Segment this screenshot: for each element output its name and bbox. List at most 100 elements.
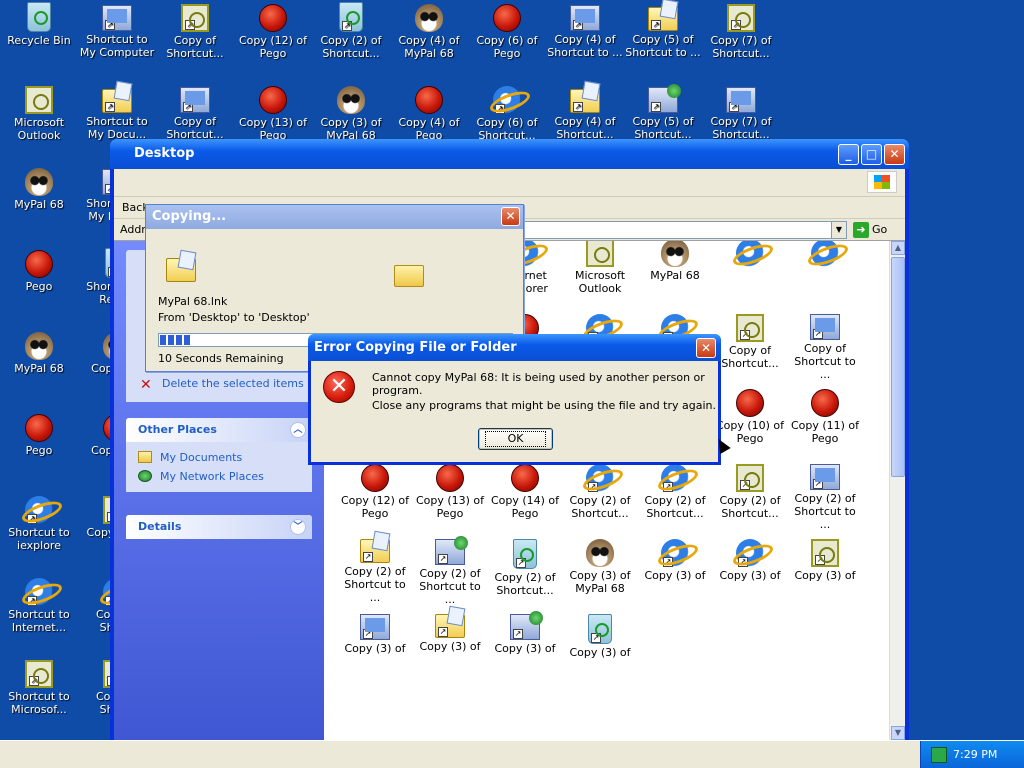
scroll-down-button[interactable]: ▼ (891, 726, 905, 740)
file-item-label: Copy (2) of Shortcut... (494, 571, 556, 597)
task-delete-selected[interactable]: Delete the selected items (162, 377, 304, 390)
file-item-21[interactable]: Copy (12) of Pego (338, 464, 412, 520)
desktop-icon-8[interactable]: Copy (5) of Shortcut to ... (624, 2, 702, 59)
desktop-icon-10[interactable]: Microsoft Outlook (0, 84, 78, 142)
go-button[interactable]: ➜ Go (853, 221, 899, 239)
docs-icon (360, 539, 390, 563)
expand-chevron-icon[interactable]: ﹀ (290, 519, 306, 535)
desktop-icon-14[interactable]: Copy (3) of MyPal 68 (312, 84, 390, 142)
file-item-6[interactable] (788, 241, 862, 269)
docs-icon (102, 89, 132, 113)
file-item-22[interactable]: Copy (13) of Pego (413, 464, 487, 520)
desktop-icon-3[interactable]: Copy (12) of Pego (234, 2, 312, 60)
error-title-bar[interactable]: Error Copying File or Folder ✕ (308, 334, 721, 361)
docs-icon (648, 7, 678, 31)
file-item-label: Copy (2) of Shortcut... (719, 494, 781, 520)
desktop-icon-9[interactable]: Copy (7) of Shortcut... (702, 2, 780, 60)
vertical-scrollbar[interactable]: ▲ ▼ (889, 241, 905, 740)
file-item-12[interactable]: Copy of Shortcut... (713, 314, 787, 370)
close-button[interactable]: ✕ (884, 144, 905, 165)
raccoon-icon (25, 168, 53, 196)
file-item-37[interactable]: Copy (3) of (488, 611, 562, 655)
collapse-chevron-icon[interactable]: ︿ (290, 422, 306, 438)
desktop-icon-28[interactable]: Shortcut to iexplore (0, 494, 78, 552)
desktop-icon-17[interactable]: Copy (4) of Shortcut... (546, 84, 624, 141)
scroll-up-button[interactable]: ▲ (891, 241, 905, 255)
desktop-icon-label: Copy (5) of Shortcut... (632, 115, 694, 141)
other-place-item[interactable]: My Documents (126, 448, 312, 467)
file-item-20[interactable]: Copy (11) of Pego (788, 389, 862, 445)
desktop-icon-16[interactable]: Copy (6) of Shortcut... (468, 84, 546, 142)
scroll-thumb[interactable] (891, 257, 905, 477)
file-item-34[interactable]: Copy (3) of (788, 539, 862, 582)
minimize-button[interactable]: _ (838, 144, 859, 165)
file-item-label: Copy of Shortcut... (721, 344, 779, 370)
other-place-label: My Network Places (160, 470, 264, 483)
desktop-icon-15[interactable]: Copy (4) of Pego (390, 84, 468, 142)
file-item-36[interactable]: Copy (3) of (413, 614, 487, 653)
file-item-26[interactable]: Copy (2) of Shortcut... (713, 464, 787, 520)
file-item-3[interactable]: Microsoft Outlook (563, 241, 637, 295)
desktop-icon-2[interactable]: Copy of Shortcut... (156, 2, 234, 60)
desktop-icon-4[interactable]: Copy (2) of Shortcut... (312, 2, 390, 60)
other-places-header[interactable]: Other Places ︿ (126, 418, 312, 442)
ok-button[interactable]: OK (478, 428, 553, 450)
file-item-23[interactable]: Copy (14) of Pego (488, 464, 562, 520)
file-item-27[interactable]: Copy (2) of Shortcut to ... (788, 464, 862, 531)
file-item-5[interactable] (713, 241, 787, 269)
shortcut-arrow-icon (651, 102, 661, 112)
file-item-29[interactable]: Copy (2) of Shortcut to ... (413, 536, 487, 606)
tray-network-icon[interactable] (931, 747, 947, 763)
copying-close-button[interactable]: ✕ (501, 207, 520, 226)
error-close-button[interactable]: ✕ (696, 338, 716, 358)
file-item-28[interactable]: Copy (2) of Shortcut to ... (338, 539, 412, 604)
file-item-label: Copy (12) of Pego (340, 494, 410, 520)
shortcut-arrow-icon (438, 627, 448, 637)
desktop-icon-6[interactable]: Copy (6) of Pego (468, 2, 546, 60)
file-item-25[interactable]: Copy (2) of Shortcut... (638, 464, 712, 520)
desktop-icon-0[interactable]: Recycle Bin (0, 2, 78, 47)
desktop-icon-11[interactable]: Shortcut to My Docu... (78, 84, 156, 141)
desktop-icon-13[interactable]: Copy (13) of Pego (234, 84, 312, 142)
network-places-icon (138, 470, 152, 482)
desktop-icon-1[interactable]: Shortcut to My Computer (78, 2, 156, 59)
file-item-38[interactable]: Copy (3) of (563, 614, 637, 659)
file-item-24[interactable]: Copy (2) of Shortcut... (563, 464, 637, 520)
shortcut-arrow-icon (663, 482, 673, 492)
desktop-icon-20[interactable]: MyPal 68 (0, 166, 78, 211)
shortcut-arrow-icon (738, 557, 748, 567)
clock[interactable]: 7:29 PM (953, 741, 997, 768)
file-item-13[interactable]: Copy of Shortcut to ... (788, 314, 862, 381)
recycle-icon (588, 614, 612, 644)
file-item-30[interactable]: Copy (2) of Shortcut... (488, 539, 562, 597)
copying-title-bar[interactable]: Copying... ✕ (146, 205, 523, 229)
desktop-icon-22[interactable]: Pego (0, 248, 78, 293)
file-item-33[interactable]: Copy (3) of (713, 539, 787, 582)
address-dropdown-button[interactable]: ▼ (831, 221, 847, 239)
desktop-icon-label: Microsoft Outlook (13, 116, 65, 142)
desktop-icon-19[interactable]: Copy (7) of Shortcut... (702, 84, 780, 141)
file-item-32[interactable]: Copy (3) of (638, 539, 712, 582)
file-item-label: Copy (2) of Shortcut... (569, 494, 631, 520)
error-hint: Close any programs that might be using t… (372, 399, 717, 412)
docs-icon (570, 89, 600, 113)
desktop-icon-18[interactable]: Copy (5) of Shortcut... (624, 84, 702, 141)
shortcut-arrow-icon (588, 482, 598, 492)
desktop-icon-5[interactable]: Copy (4) of MyPal 68 (390, 2, 468, 60)
desktop-icon-26[interactable]: Pego (0, 412, 78, 457)
desktop-icon-12[interactable]: Copy of Shortcut... (156, 84, 234, 141)
details-header[interactable]: Details ﹀ (126, 515, 312, 539)
maximize-button[interactable]: □ (861, 144, 882, 165)
file-item-31[interactable]: Copy (3) of MyPal 68 (563, 539, 637, 595)
desktop-icon-32[interactable]: Shortcut to Microsof... (0, 658, 78, 716)
shortcut-arrow-icon (813, 329, 823, 339)
file-item-4[interactable]: MyPal 68 (638, 241, 712, 282)
other-place-item[interactable]: My Network Places (126, 467, 312, 486)
explorer-title-bar[interactable]: Desktop _ □ ✕ (110, 139, 909, 169)
desktop-icon-7[interactable]: Copy (4) of Shortcut to ... (546, 2, 624, 59)
file-item-label: Copy (3) of (644, 569, 706, 582)
desktop-icon-24[interactable]: MyPal 68 (0, 330, 78, 375)
desktop-icon-30[interactable]: Shortcut to Internet... (0, 576, 78, 634)
file-item-35[interactable]: Copy (3) of (338, 614, 412, 655)
shortcut-arrow-icon (516, 558, 526, 568)
